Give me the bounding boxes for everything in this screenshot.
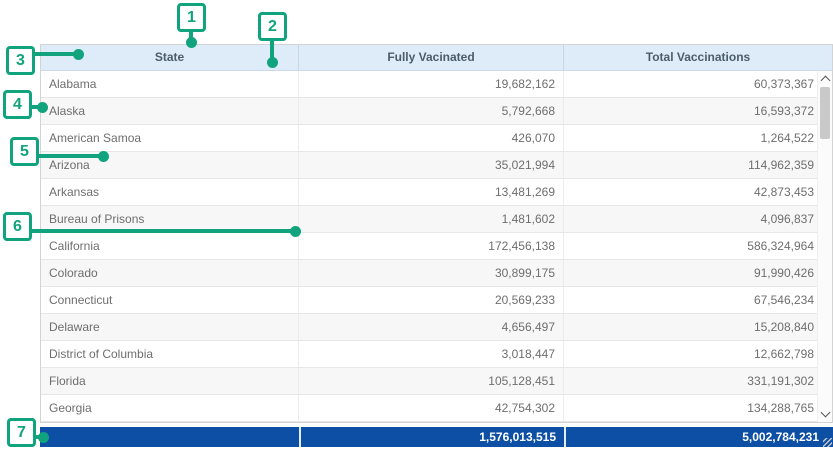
total-vaccinations-cell: 331,191,302 <box>564 368 832 394</box>
total-vaccinations-cell: 91,990,426 <box>564 260 832 286</box>
fully-vaccinated-cell: 35,021,994 <box>299 152 564 178</box>
state-cell: Georgia <box>41 395 299 421</box>
callout-1-badge: 1 <box>177 3 206 32</box>
total-vaccinations-cell: 60,373,367 <box>564 71 832 97</box>
state-cell: Delaware <box>41 314 299 340</box>
total-vaccinations-cell: 16,593,372 <box>564 98 832 124</box>
fully-vaccinated-cell: 5,792,668 <box>299 98 564 124</box>
table-row[interactable]: Connecticut20,569,23367,546,234 <box>41 287 832 314</box>
callout-3-dot <box>73 49 84 60</box>
state-cell: American Samoa <box>41 125 299 151</box>
table-row[interactable]: District of Columbia3,018,44712,662,798 <box>41 341 832 368</box>
total-vaccinations-cell: 15,208,840 <box>564 314 832 340</box>
state-cell: Connecticut <box>41 287 299 313</box>
callout-2-badge: 2 <box>258 12 287 41</box>
callout-7-badge: 7 <box>7 418 36 447</box>
total-vaccinations-cell: 586,324,964 <box>564 233 832 259</box>
callout-6-badge: 6 <box>3 212 32 241</box>
fully-vaccinated-cell: 426,070 <box>299 125 564 151</box>
state-cell: District of Columbia <box>41 341 299 367</box>
table-row[interactable]: California172,456,138586,324,964 <box>41 233 832 260</box>
screenshot-stage: State Fully Vacinated Total Vaccinations… <box>0 0 833 453</box>
state-cell: California <box>41 233 299 259</box>
fully-vaccinated-cell: 172,456,138 <box>299 233 564 259</box>
callout-6-connector <box>30 229 292 233</box>
callout-3-connector <box>33 52 76 56</box>
callout-7-dot <box>38 432 49 443</box>
total-vaccinations-cell: 12,662,798 <box>564 341 832 367</box>
fully-vaccinated-cell: 42,754,302 <box>299 395 564 421</box>
total-vaccinations-cell: 42,873,453 <box>564 179 832 205</box>
total-vaccinations-cell: 4,096,837 <box>564 206 832 232</box>
fully-vaccinated-cell: 30,899,175 <box>299 260 564 286</box>
callout-4-dot <box>37 102 48 113</box>
vaccination-table: State Fully Vacinated Total Vaccinations… <box>40 44 833 423</box>
table-row[interactable]: Delaware4,656,49715,208,840 <box>41 314 832 341</box>
summary-fully-vaccinated-total: 1,576,013,515 <box>299 427 564 447</box>
table-header-row: State Fully Vacinated Total Vaccinations <box>41 45 832 71</box>
fully-vaccinated-cell: 13,481,269 <box>299 179 564 205</box>
table-row[interactable]: Arkansas13,481,26942,873,453 <box>41 179 832 206</box>
total-vaccinations-cell: 114,962,359 <box>564 152 832 178</box>
callout-5-connector <box>37 154 101 158</box>
callout-4-badge: 4 <box>3 90 32 119</box>
chevron-up-icon[interactable] <box>821 76 831 86</box>
callout-2-connector <box>270 39 274 58</box>
total-vaccinations-cell: 67,546,234 <box>564 287 832 313</box>
table-row[interactable]: Georgia42,754,302134,288,765 <box>41 395 832 422</box>
callout-6-dot <box>290 226 301 237</box>
fully-vaccinated-cell: 20,569,233 <box>299 287 564 313</box>
state-cell: Alaska <box>41 98 299 124</box>
summary-total-vaccinations-total: 5,002,784,231 <box>564 427 831 447</box>
fully-vaccinated-cell: 4,656,497 <box>299 314 564 340</box>
scrollbar-thumb[interactable] <box>820 87 830 139</box>
fully-vaccinated-cell: 19,682,162 <box>299 71 564 97</box>
chevron-down-icon[interactable] <box>821 408 831 418</box>
table-row[interactable]: Arizona35,021,994114,962,359 <box>41 152 832 179</box>
table-row[interactable]: Colorado30,899,17591,990,426 <box>41 260 832 287</box>
table-row[interactable]: Alabama19,682,16260,373,367 <box>41 71 832 98</box>
table-row[interactable]: American Samoa426,0701,264,522 <box>41 125 832 152</box>
state-cell: Colorado <box>41 260 299 286</box>
table-row[interactable]: Florida105,128,451331,191,302 <box>41 368 832 395</box>
summary-state-cell <box>40 427 299 447</box>
column-header-total-vaccinations[interactable]: Total Vaccinations <box>564 45 832 70</box>
fully-vaccinated-cell: 1,481,602 <box>299 206 564 232</box>
column-header-fully-vaccinated[interactable]: Fully Vacinated <box>299 45 564 70</box>
total-vaccinations-cell: 134,288,765 <box>564 395 832 421</box>
state-cell: Alabama <box>41 71 299 97</box>
fully-vaccinated-cell: 3,018,447 <box>299 341 564 367</box>
fully-vaccinated-cell: 105,128,451 <box>299 368 564 394</box>
state-cell: Arkansas <box>41 179 299 205</box>
callout-5-badge: 5 <box>10 137 39 166</box>
vertical-scrollbar[interactable] <box>817 71 832 422</box>
resize-grip-icon <box>823 438 832 447</box>
callout-5-dot <box>98 151 109 162</box>
callout-3-badge: 3 <box>6 46 35 75</box>
total-vaccinations-cell: 1,264,522 <box>564 125 832 151</box>
table-body: Alabama19,682,16260,373,367Alaska5,792,6… <box>41 71 832 422</box>
state-cell: Florida <box>41 368 299 394</box>
summary-row: 1,576,013,515 5,002,784,231 <box>40 427 833 447</box>
callout-2-dot <box>267 57 278 68</box>
callout-1-dot <box>186 37 197 48</box>
table-row[interactable]: Alaska5,792,66816,593,372 <box>41 98 832 125</box>
